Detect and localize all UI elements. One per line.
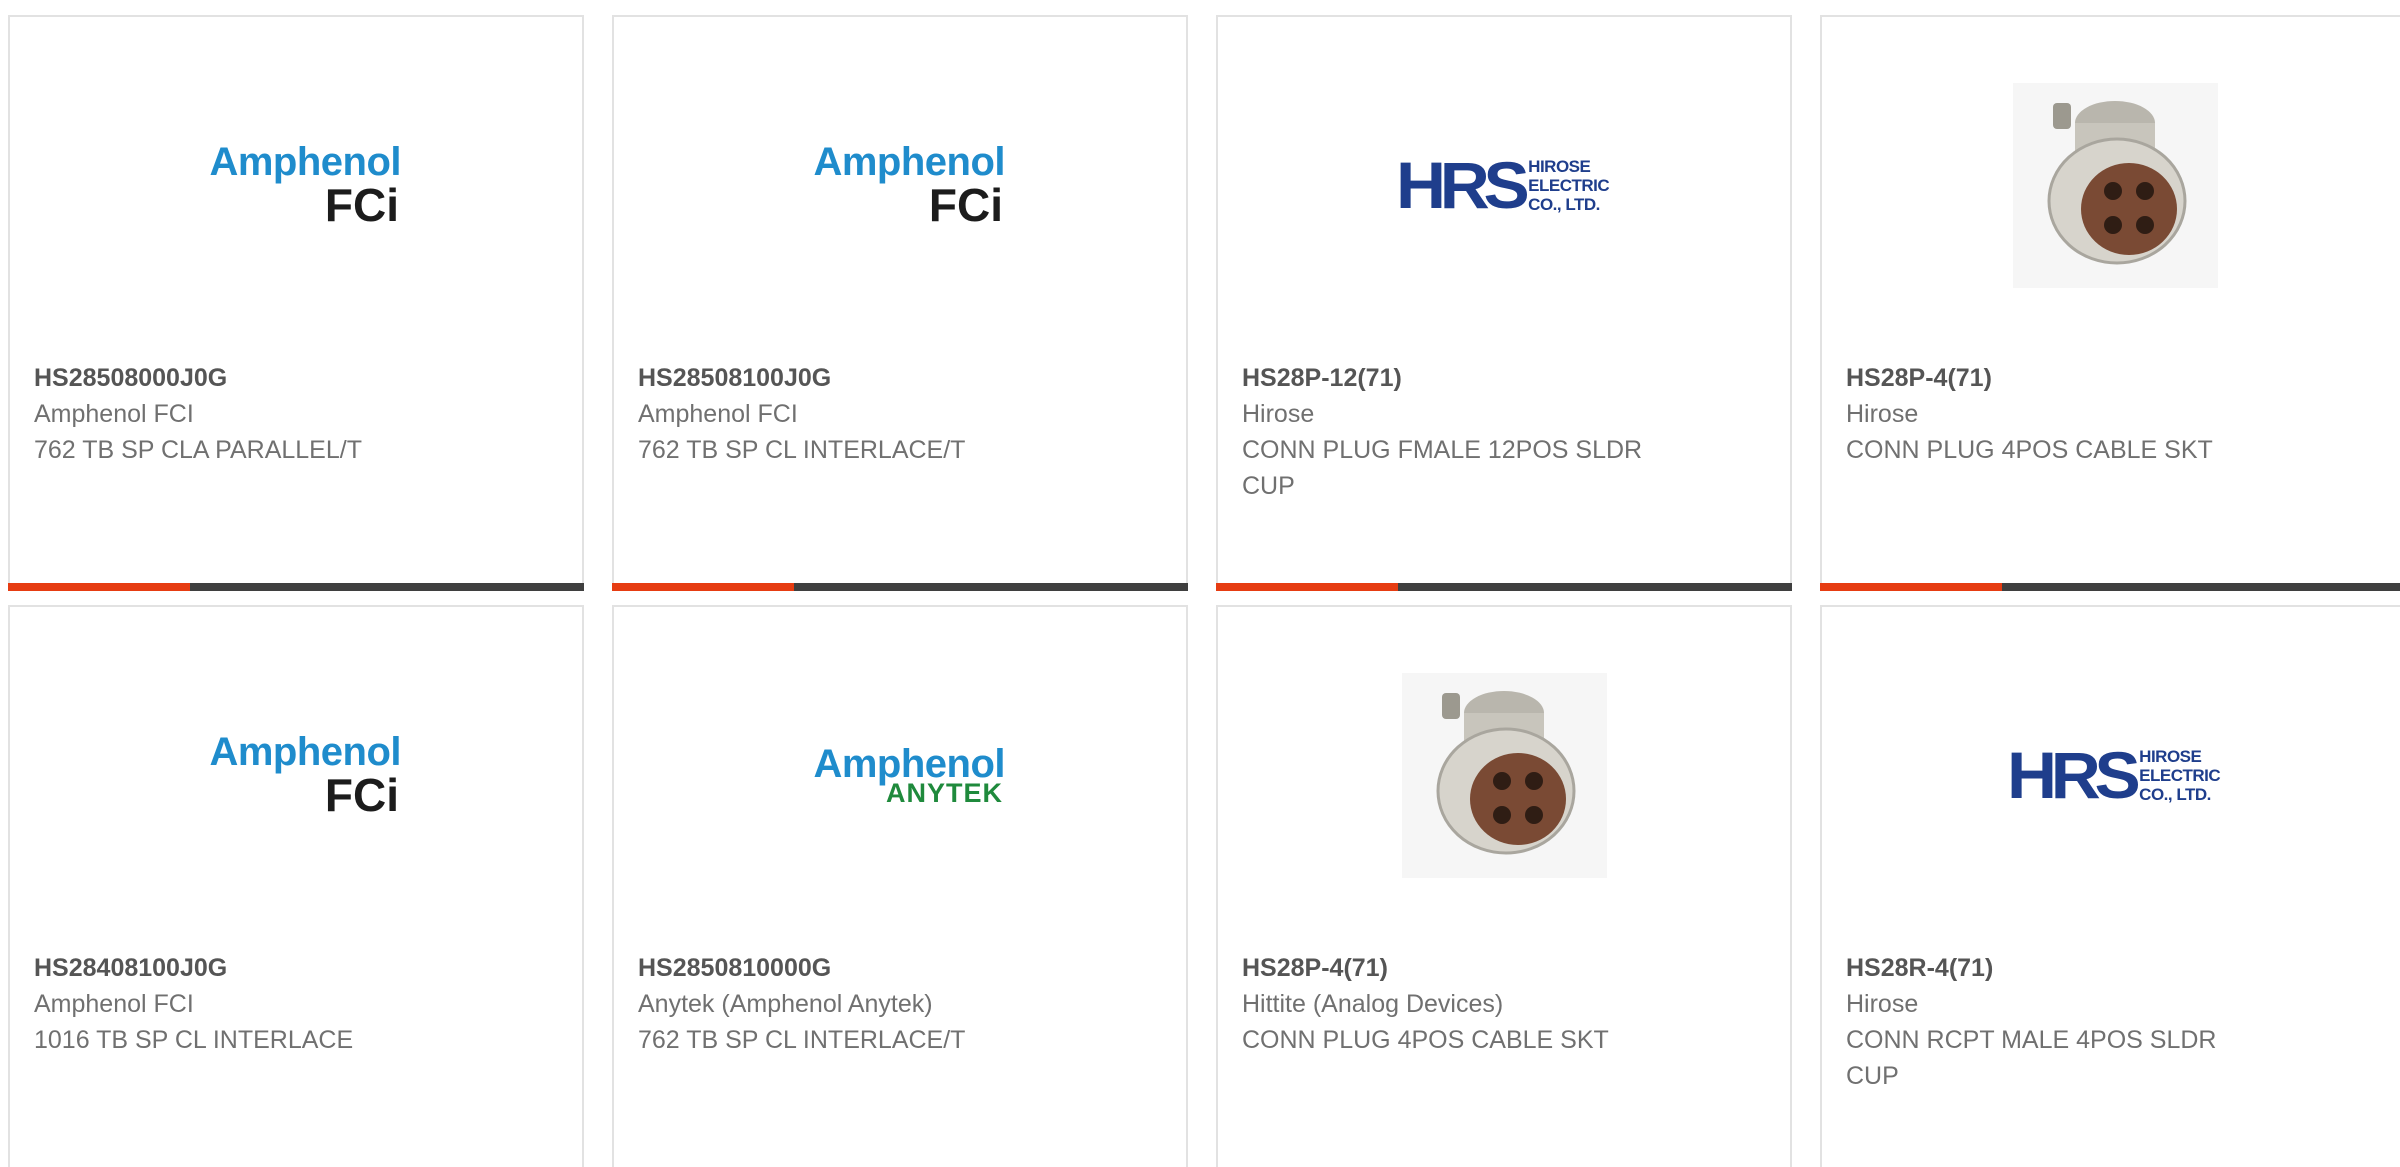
product-info: HS28P-12(71) Hirose CONN PLUG FMALE 12PO… [1242, 360, 1766, 504]
part-number-link[interactable]: HS28R-4(71) [1846, 950, 2384, 986]
product-card[interactable]: HRS HIROSE ELECTRIC CO., LTD. HS28P-12(7… [1216, 15, 1792, 591]
product-image[interactable]: HRS HIROSE ELECTRIC CO., LTD. [1822, 675, 2400, 875]
manufacturer-name: Anytek (Amphenol Anytek) [638, 990, 933, 1018]
product-image[interactable]: Amphenol FCi [10, 85, 582, 285]
part-number-link[interactable]: HS28508100J0G [638, 360, 1162, 396]
card-bottom-bar [612, 583, 1188, 591]
amphenol-anytek-logo: Amphenol ANYTEK [813, 741, 1005, 808]
part-number-link[interactable]: HS28408100J0G [34, 950, 558, 986]
product-description: CONN PLUG 4POS CABLE SKT [1242, 1026, 1609, 1054]
card-accent-bar [612, 583, 794, 591]
circular-connector-photo [2012, 82, 2218, 288]
card-accent-bar [8, 583, 190, 591]
product-image[interactable] [1218, 672, 1790, 878]
card-accent-bar [1216, 583, 1398, 591]
product-description: 762 TB SP CL INTERLACE/T [638, 436, 966, 464]
product-card[interactable]: Amphenol FCi HS28508000J0G Amphenol FCI … [8, 15, 584, 591]
amphenol-fci-logo: Amphenol FCi [209, 140, 401, 231]
product-grid: Amphenol FCi HS28508000J0G Amphenol FCI … [0, 0, 2400, 1167]
manufacturer-name: Hirose [1846, 400, 1919, 428]
product-card[interactable]: HS28P-4(71) Hittite (Analog Devices) CON… [1216, 605, 1792, 1167]
manufacturer-name: Amphenol FCI [34, 990, 194, 1018]
product-card[interactable]: Amphenol FCi HS28408100J0G Amphenol FCI … [8, 605, 584, 1167]
product-card[interactable]: HRS HIROSE ELECTRIC CO., LTD. HS28R-4(71… [1820, 605, 2400, 1167]
product-description: CONN RCPT MALE 4POS SLDR CUP [1846, 1026, 2217, 1090]
amphenol-fci-logo: Amphenol FCi [209, 730, 401, 821]
manufacturer-name: Hirose [1846, 990, 1919, 1018]
manufacturer-name: Hirose [1242, 400, 1315, 428]
product-info: HS28P-4(71) Hirose CONN PLUG 4POS CABLE … [1846, 360, 2384, 468]
circular-connector-photo [1401, 672, 1607, 878]
part-number-link[interactable]: HS28508000J0G [34, 360, 558, 396]
product-image[interactable]: Amphenol FCi [614, 85, 1186, 285]
part-number-link[interactable]: HS28P-4(71) [1846, 360, 2384, 396]
card-bottom-bar [1216, 583, 1792, 591]
hirose-logo: HRS HIROSE ELECTRIC CO., LTD. [1395, 148, 1610, 222]
card-bottom-bar [8, 583, 584, 591]
product-description: CONN PLUG 4POS CABLE SKT [1846, 436, 2213, 464]
product-card[interactable]: Amphenol FCi HS28508100J0G Amphenol FCI … [612, 15, 1188, 591]
amphenol-fci-logo: Amphenol FCi [813, 140, 1005, 231]
card-bottom-bar [1820, 583, 2400, 591]
card-accent-bar [1820, 583, 2002, 591]
product-image[interactable] [1822, 82, 2400, 288]
product-image[interactable]: HRS HIROSE ELECTRIC CO., LTD. [1218, 85, 1790, 285]
manufacturer-name: Hittite (Analog Devices) [1242, 990, 1504, 1018]
part-number-link[interactable]: HS2850810000G [638, 950, 1162, 986]
product-info: HS28P-4(71) Hittite (Analog Devices) CON… [1242, 950, 1766, 1058]
part-number-link[interactable]: HS28P-4(71) [1242, 950, 1766, 986]
product-image[interactable]: Amphenol FCi [10, 675, 582, 875]
product-info: HS2850810000G Anytek (Amphenol Anytek) 7… [638, 950, 1162, 1058]
product-info: HS28408100J0G Amphenol FCI 1016 TB SP CL… [34, 950, 558, 1058]
manufacturer-name: Amphenol FCI [34, 400, 194, 428]
product-description: 762 TB SP CLA PARALLEL/T [34, 436, 362, 464]
product-description: CONN PLUG FMALE 12POS SLDR CUP [1242, 436, 1643, 500]
product-description: 1016 TB SP CL INTERLACE [34, 1026, 354, 1054]
part-number-link[interactable]: HS28P-12(71) [1242, 360, 1766, 396]
product-card[interactable]: HS28P-4(71) Hirose CONN PLUG 4POS CABLE … [1820, 15, 2400, 591]
product-description: 762 TB SP CL INTERLACE/T [638, 1026, 966, 1054]
hirose-logo: HRS HIROSE ELECTRIC CO., LTD. [2006, 738, 2221, 812]
product-info: HS28508000J0G Amphenol FCI 762 TB SP CLA… [34, 360, 558, 468]
product-card[interactable]: Amphenol ANYTEK HS2850810000G Anytek (Am… [612, 605, 1188, 1167]
product-info: HS28508100J0G Amphenol FCI 762 TB SP CL … [638, 360, 1162, 468]
manufacturer-name: Amphenol FCI [638, 400, 798, 428]
product-info: HS28R-4(71) Hirose CONN RCPT MALE 4POS S… [1846, 950, 2384, 1094]
product-image[interactable]: Amphenol ANYTEK [614, 675, 1186, 875]
